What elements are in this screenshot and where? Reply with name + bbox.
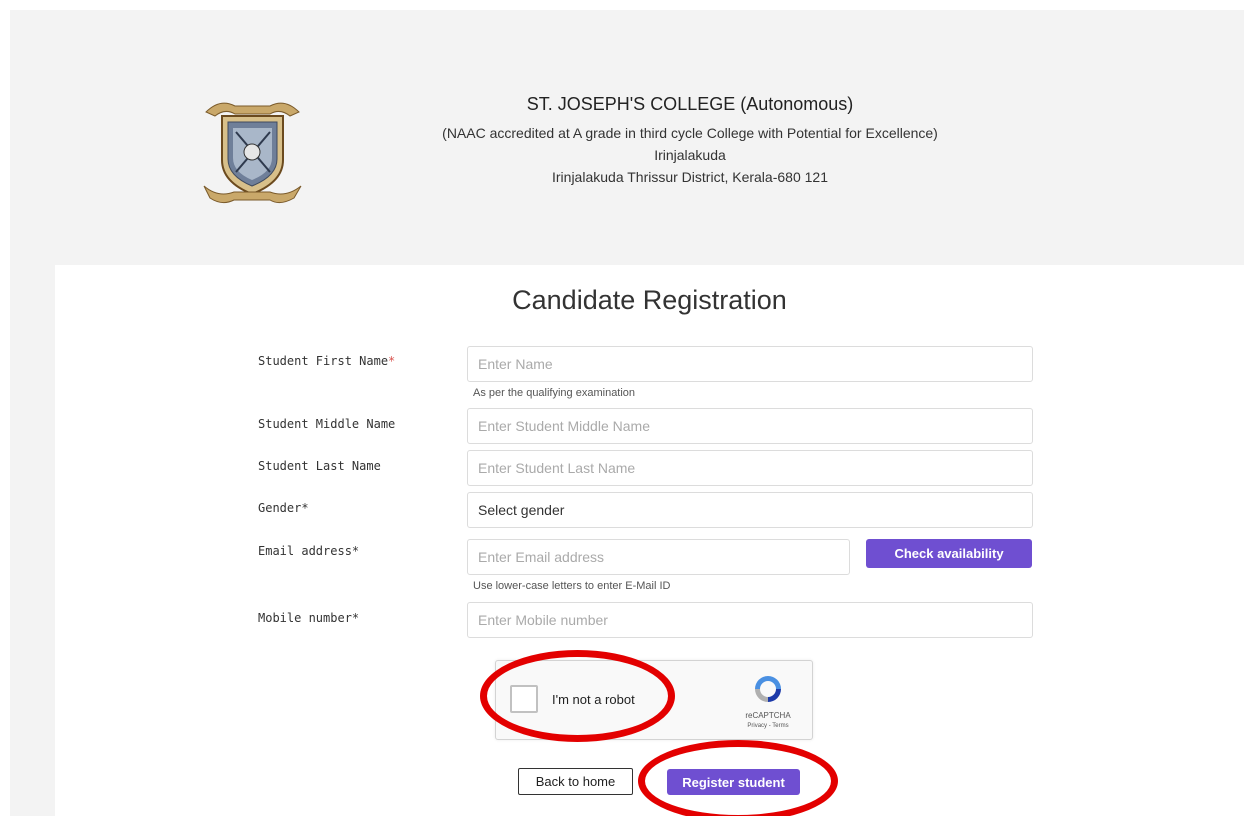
annotation-circle-register (638, 740, 838, 816)
required-mark: * (388, 354, 396, 368)
gender-select[interactable]: Select gender (467, 492, 1033, 528)
email-label: Email address* (258, 544, 360, 558)
first-name-hint: As per the qualifying examination (473, 387, 636, 399)
town-text: Irinjalakuda (654, 147, 726, 163)
registration-form: Candidate Registration Student First Nam… (55, 265, 1244, 816)
last-name-label: Student Last Name (258, 459, 381, 473)
email-hint: Use lower-case letters to enter E-Mail I… (473, 580, 671, 592)
form-title: Candidate Registration (512, 285, 787, 315)
first-name-label-text: Student First Name (258, 354, 389, 368)
check-availability-button[interactable]: Check availability (866, 539, 1032, 568)
address-text: Irinjalakuda Thrissur District, Kerala-6… (552, 169, 828, 185)
college-header: ST. JOSEPH'S COLLEGE (Autonomous) (NAAC … (10, 10, 1244, 265)
recaptcha-privacy-terms-link[interactable]: Privacy - Terms (732, 723, 804, 729)
email-input[interactable] (467, 539, 850, 575)
mobile-label: Mobile number* (258, 611, 360, 625)
gender-selected-value: Select gender (478, 502, 565, 518)
back-to-home-button[interactable]: Back to home (518, 768, 633, 795)
annotation-circle-recaptcha (480, 650, 675, 742)
mobile-input[interactable] (467, 602, 1033, 638)
last-name-input[interactable] (467, 450, 1033, 486)
middle-name-label: Student Middle Name (258, 417, 396, 431)
middle-name-input[interactable] (467, 408, 1033, 444)
college-name: ST. JOSEPH'S COLLEGE (Autonomous) (526, 94, 854, 114)
recaptcha-brand: reCAPTCHA (745, 711, 791, 720)
accreditation-text: (NAAC accredited at A grade in third cyc… (442, 125, 938, 141)
gender-label: Gender* (258, 501, 309, 515)
recaptcha-icon (755, 676, 781, 702)
first-name-input[interactable] (467, 346, 1033, 382)
header-text: ST. JOSEPH'S COLLEGE (Autonomous) (NAAC … (250, 92, 1130, 188)
first-name-label: Student First Name* (258, 354, 395, 368)
